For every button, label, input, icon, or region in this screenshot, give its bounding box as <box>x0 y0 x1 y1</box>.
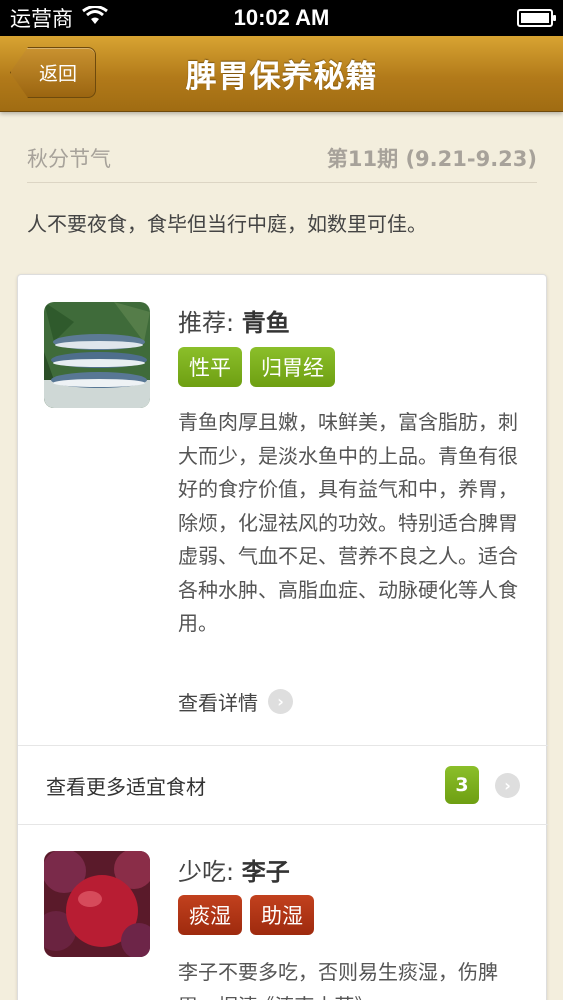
back-button[interactable]: 返回 <box>10 47 96 98</box>
less-heading: 少吃: 李子 <box>178 852 290 887</box>
fish-image <box>44 302 150 408</box>
recommend-food-name: 青鱼 <box>241 309 290 337</box>
issue-label: 第11期 (9.21-9.23) <box>326 147 537 171</box>
tag: 归胃经 <box>250 347 335 387</box>
less-prefix: 少吃: <box>178 858 235 886</box>
more-foods-label: 查看更多适宜食材 <box>46 774 206 799</box>
chevron-right-icon: › <box>495 772 520 798</box>
tag: 性平 <box>178 347 242 387</box>
page-title: 脾胃保养秘籍 <box>185 59 378 95</box>
recommend-description: 青鱼肉厚且嫩，味鲜美，富含脂肪，刺大而少，是淡水鱼中的上品。青鱼有很好的食疗价值… <box>178 410 518 635</box>
tag: 痰湿 <box>178 895 242 935</box>
solar-term-label: 秋分节气 <box>27 147 111 171</box>
battery-icon <box>517 9 556 27</box>
food-card: 推荐: 青鱼 性平 归胃经 青鱼肉厚且嫩，味鲜美，富含脂肪，刺大而少，是淡水鱼中… <box>17 274 548 1000</box>
navigation-bar: 返回 脾胃保养秘籍 <box>0 36 563 112</box>
less-description: 李子不要多吃，否则易生痰湿，伤脾胃。据清·《滇南本草》 <box>178 960 498 1000</box>
clock: 10:02 AM <box>233 5 330 30</box>
recommend-tags: 性平 归胃经 <box>178 347 335 387</box>
less-food-name: 李子 <box>241 858 290 886</box>
view-detail-label: 查看详情 <box>178 691 258 715</box>
view-detail-link[interactable]: 查看详情 › <box>178 687 293 716</box>
quote-text: 人不要夜食，食毕但当行中庭，如数里可佳。 <box>27 212 427 236</box>
more-foods-row[interactable]: 查看更多适宜食材 3 › <box>18 745 548 825</box>
period-row: 秋分节气 第11期 (9.21-9.23) <box>27 138 537 178</box>
tag: 助湿 <box>250 895 314 935</box>
recommend-prefix: 推荐: <box>178 309 235 337</box>
carrier-label: 运营商 <box>10 7 73 31</box>
wifi-icon <box>81 4 109 31</box>
recommend-heading: 推荐: 青鱼 <box>178 303 290 338</box>
status-left: 运营商 <box>10 3 109 33</box>
count-badge: 3 <box>445 766 479 804</box>
less-tags: 痰湿 助湿 <box>178 895 314 935</box>
status-bar: 运营商 10:02 AM <box>0 0 563 36</box>
chevron-right-icon: › <box>268 689 293 714</box>
divider <box>27 182 537 183</box>
plum-image <box>44 851 150 957</box>
